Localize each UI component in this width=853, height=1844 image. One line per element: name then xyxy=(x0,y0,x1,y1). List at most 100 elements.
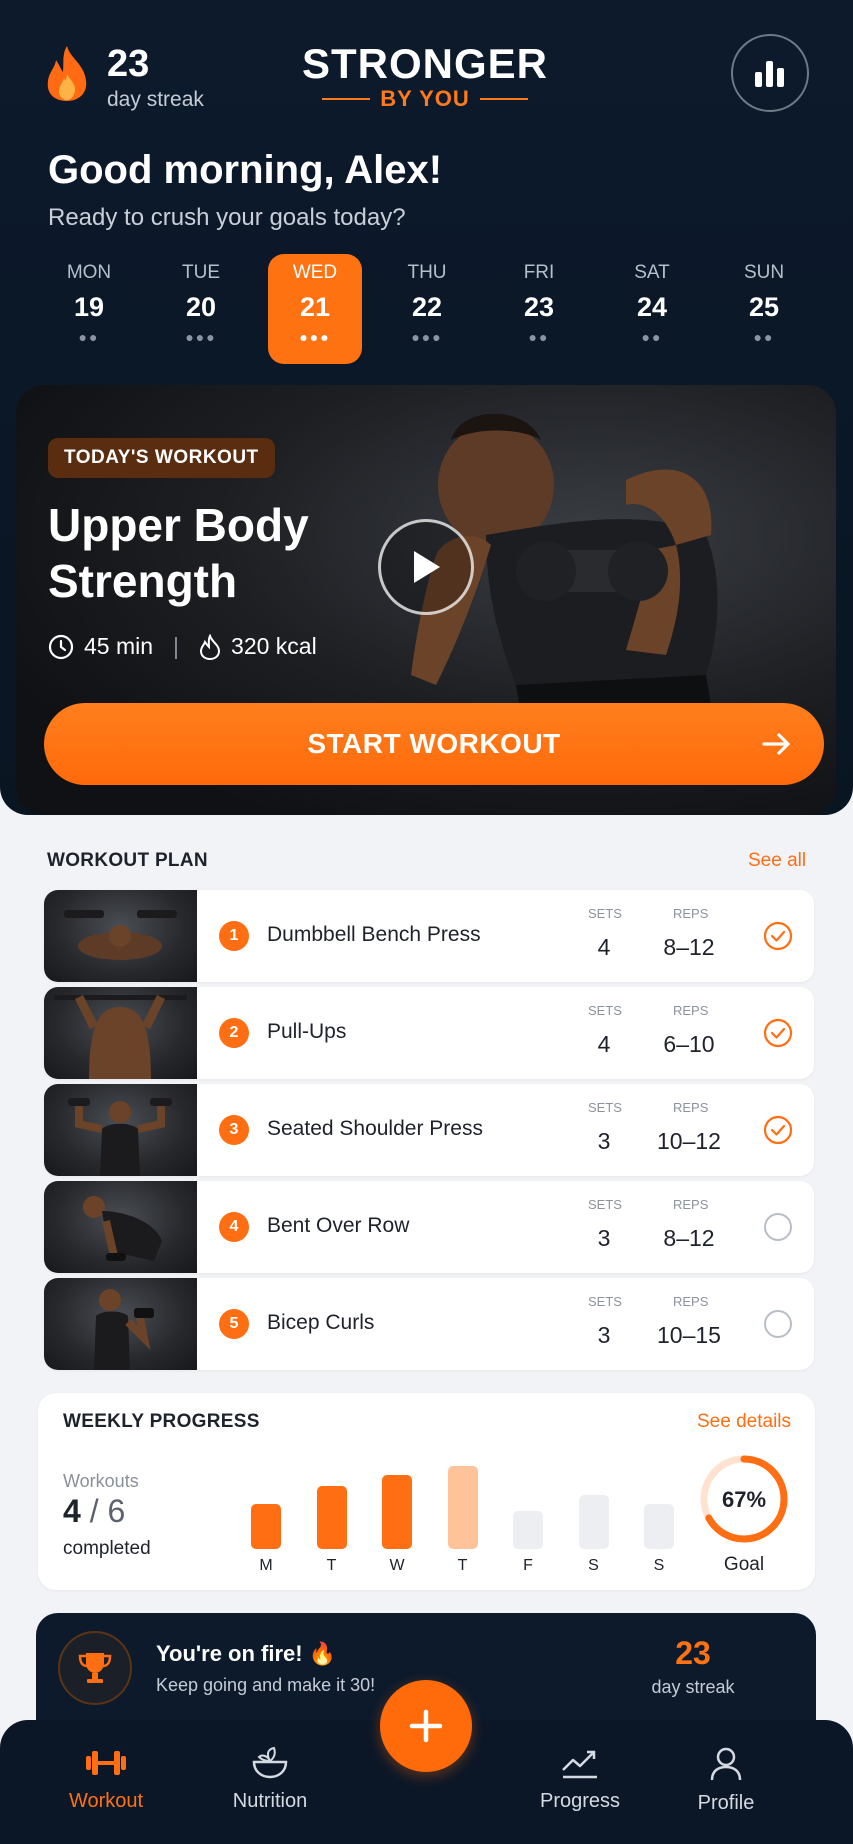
nav-profile[interactable]: Profile xyxy=(666,1746,786,1815)
incomplete-circle-icon[interactable] xyxy=(763,1212,793,1242)
arrow-right-icon xyxy=(762,733,790,755)
goal-percent: 67% xyxy=(722,1487,766,1512)
day-sun[interactable]: SUN 25 ●● xyxy=(717,254,811,364)
exercise-number: 4 xyxy=(219,1212,249,1242)
hero-section: 23 day streak STRONGER BY YOU Good morni… xyxy=(0,0,853,815)
weekly-bar-chart: MTWTFSS xyxy=(251,1433,701,1583)
start-workout-button[interactable]: START WORKOUT xyxy=(44,703,824,785)
sets-value: 3 xyxy=(597,1322,611,1348)
play-icon xyxy=(414,551,440,583)
streak-count: 23 xyxy=(107,43,150,85)
day-wed[interactable]: WED 21 ●●● xyxy=(268,254,362,364)
play-video-button[interactable] xyxy=(378,519,474,615)
sets-value: 3 xyxy=(597,1128,611,1154)
weekly-bar xyxy=(316,1486,347,1549)
todays-workout-tag: TODAY'S WORKOUT xyxy=(48,438,275,478)
stats-button[interactable] xyxy=(731,34,809,112)
workouts-label: Workouts xyxy=(63,1471,139,1491)
logo-line-1: STRONGER xyxy=(301,40,548,87)
see-all-link[interactable]: See all xyxy=(748,850,806,872)
day-thu[interactable]: THU 22 ●●● xyxy=(380,254,474,364)
exercise-row[interactable]: 4 Bent Over Row SETS 3 REPS 8–12 xyxy=(44,1181,814,1273)
nav-nutrition[interactable]: Nutrition xyxy=(210,1746,330,1813)
day-date: 25 xyxy=(748,292,780,322)
workout-title: Upper Body Strength xyxy=(48,499,309,607)
incomplete-circle-icon[interactable] xyxy=(763,1309,793,1339)
exercise-name: Dumbbell Bench Press xyxy=(267,923,481,946)
app-logo: STRONGER BY YOU xyxy=(300,42,550,112)
day-name: FRI xyxy=(523,262,555,283)
day-dots: ●● xyxy=(753,329,775,345)
streak-indicator[interactable]: 23 day streak xyxy=(42,44,204,111)
flame-outline-icon xyxy=(200,633,221,660)
exercise-row[interactable]: 1 Dumbbell Bench Press SETS 4 REPS 8–12 xyxy=(44,890,814,982)
exercise-number: 2 xyxy=(219,1018,249,1048)
exercise-thumbnail xyxy=(44,1084,197,1176)
day-name: TUE xyxy=(182,262,220,283)
todays-workout-card[interactable]: TODAY'S WORKOUT Upper Body Strength 45 m… xyxy=(16,385,836,815)
weekly-progress-title: WEEKLY PROGRESS xyxy=(63,1411,260,1432)
exercise-name: Bent Over Row xyxy=(267,1214,410,1237)
exercise-thumbnail xyxy=(44,1278,197,1370)
weekly-progress-card: WEEKLY PROGRESS See details Workouts 4 /… xyxy=(38,1393,815,1590)
day-sat[interactable]: SAT 24 ●● xyxy=(605,254,699,364)
day-name: WED xyxy=(292,262,338,283)
day-dots: ●●● xyxy=(185,329,217,345)
see-details-link[interactable]: See details xyxy=(697,1411,791,1433)
weekly-bar xyxy=(251,1504,281,1549)
nav-workout[interactable]: Workout xyxy=(46,1746,166,1813)
completed-check-icon[interactable] xyxy=(763,1018,793,1048)
weekly-bar xyxy=(513,1511,543,1549)
reps-value: 8–12 xyxy=(663,934,715,960)
workouts-count: 4 / 6 xyxy=(63,1493,126,1529)
streak-banner-title: You're on fire! 🔥 xyxy=(156,1641,337,1666)
exercise-row[interactable]: 3 Seated Shoulder Press SETS 3 REPS 10–1… xyxy=(44,1084,814,1176)
weekly-bar xyxy=(578,1495,609,1549)
weekly-bar xyxy=(447,1466,478,1549)
weekly-bar-label: S xyxy=(588,1557,599,1574)
day-dots: ●● xyxy=(78,329,100,345)
exercise-thumbnail xyxy=(44,1181,197,1273)
greeting-title: Good morning, Alex! xyxy=(48,148,443,192)
day-fri[interactable]: FRI 23 ●● xyxy=(492,254,586,364)
sets-label: SETS xyxy=(588,906,622,921)
completed-check-icon[interactable] xyxy=(763,921,793,951)
day-name: MON xyxy=(66,262,112,283)
trophy-badge xyxy=(58,1631,132,1705)
exercise-row[interactable]: 2 Pull-Ups SETS 4 REPS 6–10 xyxy=(44,987,814,1079)
completed-check-icon[interactable] xyxy=(763,1115,793,1145)
workout-calories: 320 kcal xyxy=(231,633,317,659)
day-name: SAT xyxy=(634,262,670,283)
weekly-bar-label: M xyxy=(259,1557,273,1574)
exercise-number: 1 xyxy=(219,921,249,951)
nav-progress-label: Progress xyxy=(539,1790,621,1812)
exercise-row[interactable]: 5 Bicep Curls SETS 3 REPS 10–15 xyxy=(44,1278,814,1370)
bowl-icon xyxy=(252,1746,288,1779)
day-date: 23 xyxy=(523,292,555,322)
reps-label: REPS xyxy=(673,1100,709,1115)
exercise-name: Seated Shoulder Press xyxy=(267,1117,483,1140)
workout-meta: 45 min | 320 kcal xyxy=(48,633,317,660)
completed-label: completed xyxy=(63,1538,151,1559)
plus-icon xyxy=(409,1709,443,1743)
nav-progress[interactable]: Progress xyxy=(520,1746,640,1813)
weekly-bar-label: W xyxy=(389,1557,405,1574)
reps-value: 8–12 xyxy=(663,1225,715,1251)
streak-banner-subtitle: Keep going and make it 30! xyxy=(156,1675,376,1695)
sets-label: SETS xyxy=(588,1100,622,1115)
reps-label: REPS xyxy=(673,1003,709,1018)
day-mon[interactable]: MON 19 ●● xyxy=(42,254,136,364)
nav-workout-label: Workout xyxy=(68,1790,144,1812)
exercise-thumbnail xyxy=(44,987,197,1079)
streak-label: day streak xyxy=(107,88,204,111)
day-tue[interactable]: TUE 20 ●●● xyxy=(154,254,248,364)
bar-chart-icon xyxy=(755,61,784,87)
reps-label: REPS xyxy=(673,1197,709,1212)
sets-label: SETS xyxy=(588,1003,622,1018)
sets-label: SETS xyxy=(588,1294,622,1309)
exercise-number: 5 xyxy=(219,1309,249,1339)
sets-label: SETS xyxy=(588,1197,622,1212)
workout-plan-title: WORKOUT PLAN xyxy=(47,850,208,871)
add-button[interactable] xyxy=(380,1680,472,1772)
reps-label: REPS xyxy=(673,1294,709,1309)
